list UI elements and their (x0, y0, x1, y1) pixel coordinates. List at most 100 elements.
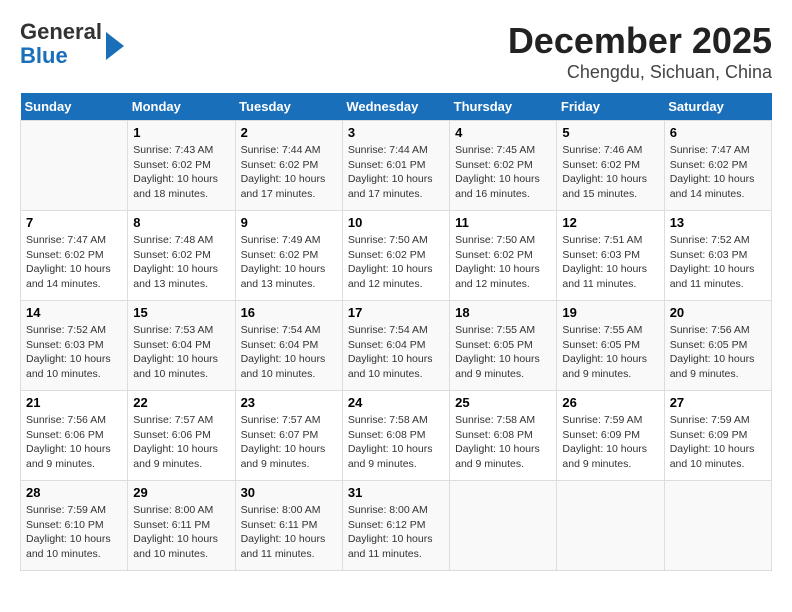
calendar-cell: 5 Sunrise: 7:46 AMSunset: 6:02 PMDaylight… (557, 121, 664, 211)
calendar-cell: 21 Sunrise: 7:56 AMSunset: 6:06 PMDayligh… (21, 391, 128, 481)
day-number: 30 (241, 485, 337, 500)
title-block: December 2025 Chengdu, Sichuan, China (508, 20, 772, 83)
day-number: 5 (562, 125, 658, 140)
calendar-cell: 26 Sunrise: 7:59 AMSunset: 6:09 PMDayligh… (557, 391, 664, 481)
day-info: Sunrise: 7:52 AMSunset: 6:03 PMDaylight:… (670, 233, 766, 292)
day-info: Sunrise: 7:50 AMSunset: 6:02 PMDaylight:… (455, 233, 551, 292)
calendar-cell: 20Sunrise: 7:56 AMSunset: 6:05 PMDayligh… (664, 301, 771, 391)
calendar-cell: 23 Sunrise: 7:57 AMSunset: 6:07 PMDayligh… (235, 391, 342, 481)
day-number: 9 (241, 215, 337, 230)
day-info: Sunrise: 7:55 AMSunset: 6:05 PMDaylight:… (562, 323, 658, 382)
calendar-cell: 13 Sunrise: 7:52 AMSunset: 6:03 PMDayligh… (664, 211, 771, 301)
calendar-cell: 15 Sunrise: 7:53 AMSunset: 6:04 PMDayligh… (128, 301, 235, 391)
weekday-header: Friday (557, 93, 664, 121)
calendar-cell (557, 481, 664, 571)
calendar-cell: 4 Sunrise: 7:45 AMSunset: 6:02 PMDaylight… (450, 121, 557, 211)
day-info: Sunrise: 7:56 AMSunset: 6:05 PMDaylight:… (670, 323, 766, 382)
day-number: 12 (562, 215, 658, 230)
calendar-cell: 6 Sunrise: 7:47 AMSunset: 6:02 PMDaylight… (664, 121, 771, 211)
day-info: Sunrise: 7:59 AMSunset: 6:10 PMDaylight:… (26, 503, 122, 562)
calendar-cell (21, 121, 128, 211)
day-number: 17 (348, 305, 444, 320)
calendar-cell: 30Sunrise: 8:00 AMSunset: 6:11 PMDayligh… (235, 481, 342, 571)
calendar-cell: 27 Sunrise: 7:59 AMSunset: 6:09 PMDayligh… (664, 391, 771, 481)
weekday-header: Wednesday (342, 93, 449, 121)
day-number: 31 (348, 485, 444, 500)
day-number: 21 (26, 395, 122, 410)
day-number: 15 (133, 305, 229, 320)
weekday-header: Thursday (450, 93, 557, 121)
calendar-cell: 18 Sunrise: 7:55 AMSunset: 6:05 PMDayligh… (450, 301, 557, 391)
calendar-cell: 25 Sunrise: 7:58 AMSunset: 6:08 PMDayligh… (450, 391, 557, 481)
day-info: Sunrise: 7:47 AMSunset: 6:02 PMDaylight:… (670, 143, 766, 202)
calendar-cell: 22 Sunrise: 7:57 AMSunset: 6:06 PMDayligh… (128, 391, 235, 481)
calendar-cell: 11Sunrise: 7:50 AMSunset: 6:02 PMDayligh… (450, 211, 557, 301)
day-info: Sunrise: 7:59 AMSunset: 6:09 PMDaylight:… (670, 413, 766, 472)
day-info: Sunrise: 7:43 AMSunset: 6:02 PMDaylight:… (133, 143, 229, 202)
days-header-row: SundayMondayTuesdayWednesdayThursdayFrid… (21, 93, 772, 121)
day-number: 18 (455, 305, 551, 320)
day-info: Sunrise: 7:45 AMSunset: 6:02 PMDaylight:… (455, 143, 551, 202)
day-info: Sunrise: 8:00 AMSunset: 6:12 PMDaylight:… (348, 503, 444, 562)
logo-arrow-icon (106, 32, 124, 60)
logo-text: General Blue (20, 20, 102, 68)
logo: General Blue (20, 20, 124, 68)
day-number: 4 (455, 125, 551, 140)
calendar-cell: 16 Sunrise: 7:54 AMSunset: 6:04 PMDayligh… (235, 301, 342, 391)
day-number: 1 (133, 125, 229, 140)
calendar-cell (450, 481, 557, 571)
calendar-table: SundayMondayTuesdayWednesdayThursdayFrid… (20, 93, 772, 571)
calendar-week-row: 1 Sunrise: 7:43 AMSunset: 6:02 PMDaylight… (21, 121, 772, 211)
day-info: Sunrise: 7:54 AMSunset: 6:04 PMDaylight:… (241, 323, 337, 382)
day-number: 26 (562, 395, 658, 410)
calendar-cell: 7Sunrise: 7:47 AMSunset: 6:02 PMDaylight… (21, 211, 128, 301)
day-number: 25 (455, 395, 551, 410)
day-info: Sunrise: 7:57 AMSunset: 6:07 PMDaylight:… (241, 413, 337, 472)
calendar-cell: 31 Sunrise: 8:00 AMSunset: 6:12 PMDayligh… (342, 481, 449, 571)
calendar-cell: 2 Sunrise: 7:44 AMSunset: 6:02 PMDaylight… (235, 121, 342, 211)
day-info: Sunrise: 7:51 AMSunset: 6:03 PMDaylight:… (562, 233, 658, 292)
day-info: Sunrise: 7:58 AMSunset: 6:08 PMDaylight:… (455, 413, 551, 472)
day-number: 10 (348, 215, 444, 230)
day-info: Sunrise: 7:52 AMSunset: 6:03 PMDaylight:… (26, 323, 122, 382)
calendar-cell: 12 Sunrise: 7:51 AMSunset: 6:03 PMDayligh… (557, 211, 664, 301)
day-number: 16 (241, 305, 337, 320)
day-number: 2 (241, 125, 337, 140)
day-number: 22 (133, 395, 229, 410)
calendar-cell: 24Sunrise: 7:58 AMSunset: 6:08 PMDayligh… (342, 391, 449, 481)
day-info: Sunrise: 7:53 AMSunset: 6:04 PMDaylight:… (133, 323, 229, 382)
day-number: 29 (133, 485, 229, 500)
calendar-cell (664, 481, 771, 571)
weekday-header: Monday (128, 93, 235, 121)
weekday-header: Sunday (21, 93, 128, 121)
day-info: Sunrise: 7:59 AMSunset: 6:09 PMDaylight:… (562, 413, 658, 472)
calendar-cell: 3Sunrise: 7:44 AMSunset: 6:01 PMDaylight… (342, 121, 449, 211)
day-number: 27 (670, 395, 766, 410)
calendar-cell: 19 Sunrise: 7:55 AMSunset: 6:05 PMDayligh… (557, 301, 664, 391)
day-number: 19 (562, 305, 658, 320)
day-info: Sunrise: 7:46 AMSunset: 6:02 PMDaylight:… (562, 143, 658, 202)
day-info: Sunrise: 7:44 AMSunset: 6:02 PMDaylight:… (241, 143, 337, 202)
calendar-cell: 29Sunrise: 8:00 AMSunset: 6:11 PMDayligh… (128, 481, 235, 571)
calendar-cell: 8Sunrise: 7:48 AMSunset: 6:02 PMDaylight… (128, 211, 235, 301)
day-number: 6 (670, 125, 766, 140)
calendar-cell: 1 Sunrise: 7:43 AMSunset: 6:02 PMDaylight… (128, 121, 235, 211)
day-info: Sunrise: 7:55 AMSunset: 6:05 PMDaylight:… (455, 323, 551, 382)
day-number: 24 (348, 395, 444, 410)
day-info: Sunrise: 7:54 AMSunset: 6:04 PMDaylight:… (348, 323, 444, 382)
calendar-title: December 2025 (508, 20, 772, 62)
day-info: Sunrise: 7:47 AMSunset: 6:02 PMDaylight:… (26, 233, 122, 292)
day-info: Sunrise: 7:50 AMSunset: 6:02 PMDaylight:… (348, 233, 444, 292)
day-info: Sunrise: 7:57 AMSunset: 6:06 PMDaylight:… (133, 413, 229, 472)
calendar-week-row: 28Sunrise: 7:59 AMSunset: 6:10 PMDayligh… (21, 481, 772, 571)
day-number: 23 (241, 395, 337, 410)
calendar-subtitle: Chengdu, Sichuan, China (508, 62, 772, 83)
day-info: Sunrise: 7:49 AMSunset: 6:02 PMDaylight:… (241, 233, 337, 292)
day-info: Sunrise: 7:56 AMSunset: 6:06 PMDaylight:… (26, 413, 122, 472)
calendar-week-row: 7Sunrise: 7:47 AMSunset: 6:02 PMDaylight… (21, 211, 772, 301)
page-header: General Blue December 2025 Chengdu, Sich… (20, 20, 772, 83)
day-number: 8 (133, 215, 229, 230)
day-info: Sunrise: 7:44 AMSunset: 6:01 PMDaylight:… (348, 143, 444, 202)
day-number: 13 (670, 215, 766, 230)
calendar-cell: 28Sunrise: 7:59 AMSunset: 6:10 PMDayligh… (21, 481, 128, 571)
